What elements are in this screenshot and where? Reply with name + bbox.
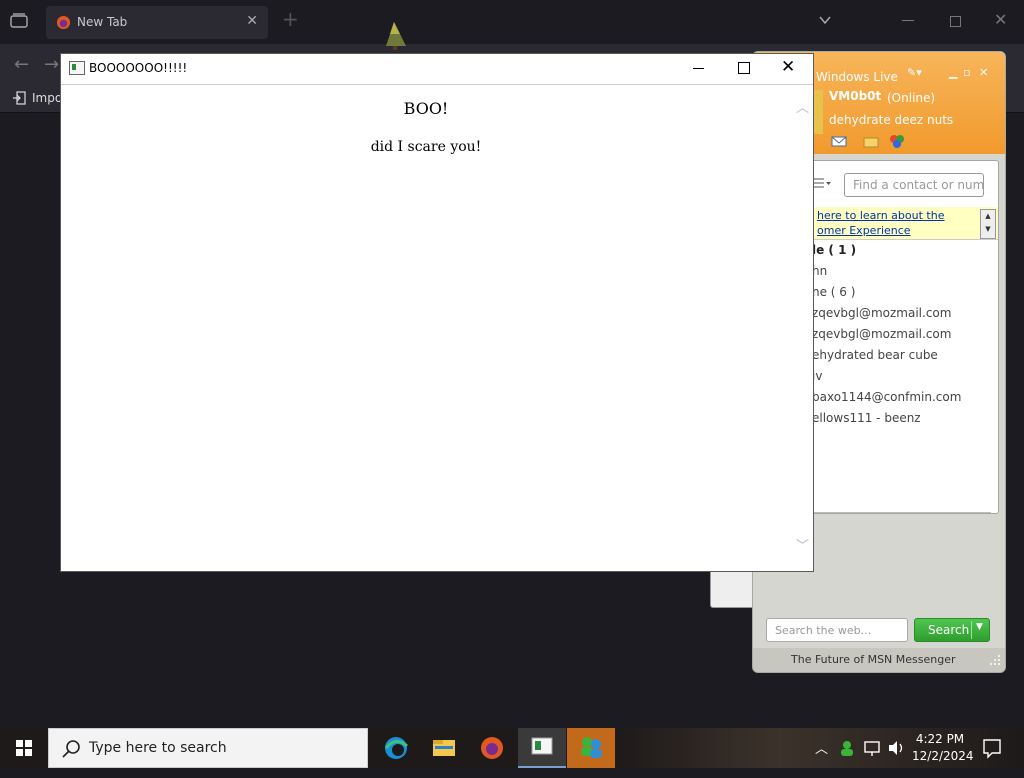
edge-icon[interactable] [372, 728, 420, 768]
mail-icon[interactable] [831, 134, 847, 148]
scroll-up-icon[interactable]: ︿ [796, 97, 809, 116]
messenger-tray-icon[interactable] [838, 728, 856, 768]
windows-start-icon[interactable] [0, 728, 48, 768]
web-search-input[interactable]: Search the web... [766, 618, 908, 642]
banner-link-line1[interactable]: here to learn about the [817, 209, 944, 222]
forward-arrow-icon[interactable]: → [44, 54, 59, 75]
contact-list-item[interactable]: ellows111 - beenz [812, 411, 921, 425]
app-icon [69, 61, 85, 75]
christmas-tree-icon [386, 22, 406, 50]
browser-maximize-icon[interactable] [950, 16, 961, 27]
msn-minimize-icon[interactable]: ▁ [949, 66, 957, 79]
network-icon[interactable] [862, 728, 882, 768]
contact-list-item[interactable]: baxo1144@confmin.com [812, 390, 961, 404]
scroll-down-icon[interactable]: ﹀ [796, 535, 809, 554]
folder-icon[interactable] [863, 134, 879, 148]
notifications-icon[interactable] [982, 728, 1002, 768]
import-icon [13, 91, 26, 105]
divider [971, 621, 972, 639]
back-arrow-icon[interactable]: ← [14, 54, 29, 75]
clock-time[interactable]: 4:22 PM [912, 732, 968, 746]
popup-titlebar[interactable]: BOOOOOOO!!!!! ✕ [61, 54, 813, 85]
contact-list-item[interactable]: zqevbgl@mozmail.com [812, 306, 951, 320]
msn-buddy-icon [581, 737, 602, 758]
msn-maximize-icon[interactable]: ▫ [963, 66, 970, 79]
new-tab-icon[interactable]: + [282, 9, 299, 29]
taskbar: Type here to search ︿ 4:22 PM 12/2/2024 [0, 728, 1024, 768]
contact-list-item[interactable]: ne ( 6 ) [812, 285, 855, 299]
close-icon[interactable]: ✕ [781, 57, 795, 77]
clock-date[interactable]: 12/2/2024 [912, 749, 974, 763]
msn-footer: The Future of MSN Messenger [753, 648, 1005, 672]
banner-link-line2[interactable]: omer Experience [817, 224, 911, 237]
browser-tab[interactable]: New Tab ✕ [46, 6, 268, 39]
spaces-icon[interactable] [889, 134, 905, 148]
resize-grip-icon[interactable] [987, 652, 1001, 666]
msn-brand: Windows Live [816, 70, 898, 84]
chevron-down-icon[interactable] [818, 14, 832, 26]
app-window-icon [531, 737, 553, 755]
popup-title: BOOOOOOO!!!!! [89, 61, 188, 75]
browser-minimize-icon[interactable] [902, 20, 914, 21]
contact-list-item[interactable]: ehydrated bear cube [812, 348, 938, 362]
banner-scrollbar[interactable]: ▲ ▼ [980, 209, 996, 239]
taskbar-search-box[interactable]: Type here to search [48, 728, 368, 768]
import-bookmarks-link[interactable]: Impo [32, 91, 62, 105]
search-button-label: Search [928, 623, 970, 637]
taskbar-search-placeholder: Type here to search [89, 740, 227, 756]
info-banner: here to learn about the omer Experience … [812, 207, 998, 240]
volume-icon[interactable] [886, 728, 906, 768]
boo-text: did I scare you! [370, 139, 482, 155]
scrollbar[interactable]: ︿ ﹀ [791, 85, 812, 569]
taskbar-app-msn[interactable] [567, 728, 615, 768]
msn-footer-text: The Future of MSN Messenger [791, 653, 956, 666]
browser-tab-bar: New Tab ✕ + ✕ [0, 0, 1024, 44]
tab-title: New Tab [77, 15, 128, 29]
contact-list-item[interactable]: hn [812, 264, 827, 278]
browser-close-icon[interactable]: ✕ [994, 10, 1007, 29]
background-window [710, 568, 756, 608]
list-all-tabs-icon[interactable] [10, 13, 28, 29]
firefox-icon [56, 15, 71, 30]
search-button[interactable]: Search ▼ [914, 618, 990, 642]
contact-group-header[interactable]: le ( 1 ) [812, 243, 856, 257]
popup-window: BOOOOOOO!!!!! ✕ BOO! did I scare you! ︿ … [60, 53, 814, 572]
popup-content: BOO! did I scare you! [61, 85, 791, 569]
search-icon [62, 740, 80, 758]
taskbar-app-popup[interactable] [518, 728, 566, 768]
firefox-icon[interactable] [468, 728, 516, 768]
find-contact-input[interactable]: Find a contact or number [844, 173, 984, 197]
list-view-icon[interactable] [812, 175, 832, 191]
contact-list-panel: Find a contact or number here to learn a… [811, 160, 999, 514]
chevron-down-icon[interactable]: ▼ [976, 622, 983, 632]
msn-personal-message[interactable]: dehydrate deez nuts [829, 113, 953, 127]
msn-close-icon[interactable]: ✕ [979, 66, 988, 79]
show-hidden-icons[interactable]: ︿ [815, 738, 828, 778]
msn-username[interactable]: VM0b0t [829, 89, 881, 103]
msn-options-icon[interactable]: ✎▾ [907, 66, 922, 79]
boo-heading: BOO! [403, 99, 449, 118]
minimize-icon[interactable] [693, 68, 704, 69]
maximize-icon[interactable] [738, 62, 750, 74]
tab-close-icon[interactable]: ✕ [246, 13, 258, 29]
contact-list-item[interactable]: zqevbgl@mozmail.com [812, 327, 951, 341]
msn-status[interactable]: (Online) [887, 91, 935, 105]
file-explorer-icon[interactable] [420, 728, 468, 768]
